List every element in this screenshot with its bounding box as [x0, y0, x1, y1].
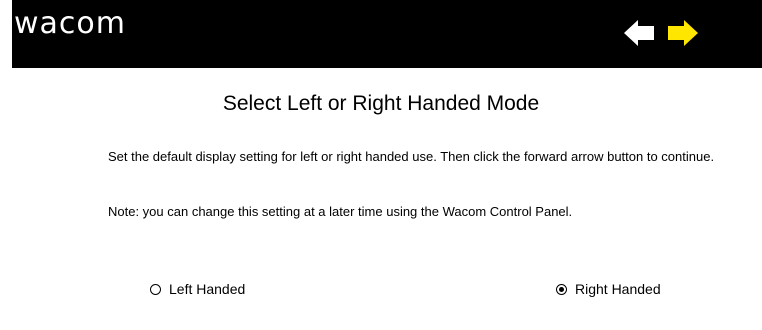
header-bar: wacom — [12, 0, 762, 68]
back-button[interactable] — [622, 18, 656, 48]
page-title: Select Left or Right Handed Mode — [222, 92, 540, 115]
radio-selected-icon[interactable] — [556, 283, 567, 295]
left-arrow-icon — [624, 20, 654, 46]
left-handed-radio[interactable]: Left Handed — [150, 280, 245, 298]
wacom-logo: wacom — [14, 6, 126, 41]
instructions-text: Set the default display setting for left… — [108, 149, 715, 164]
right-handed-label[interactable]: Right Handed — [575, 280, 661, 298]
left-handed-label[interactable]: Left Handed — [169, 280, 245, 298]
radio-dot-icon — [559, 286, 564, 292]
right-arrow-icon — [668, 20, 698, 46]
forward-button[interactable] — [666, 18, 700, 48]
right-handed-radio[interactable]: Right Handed — [556, 280, 661, 298]
note-text: Note: you can change this setting at a l… — [108, 204, 573, 219]
setup-window: wacom Select Left or Right Handed Mode S… — [0, 0, 762, 330]
radio-unselected-icon[interactable] — [150, 283, 161, 295]
